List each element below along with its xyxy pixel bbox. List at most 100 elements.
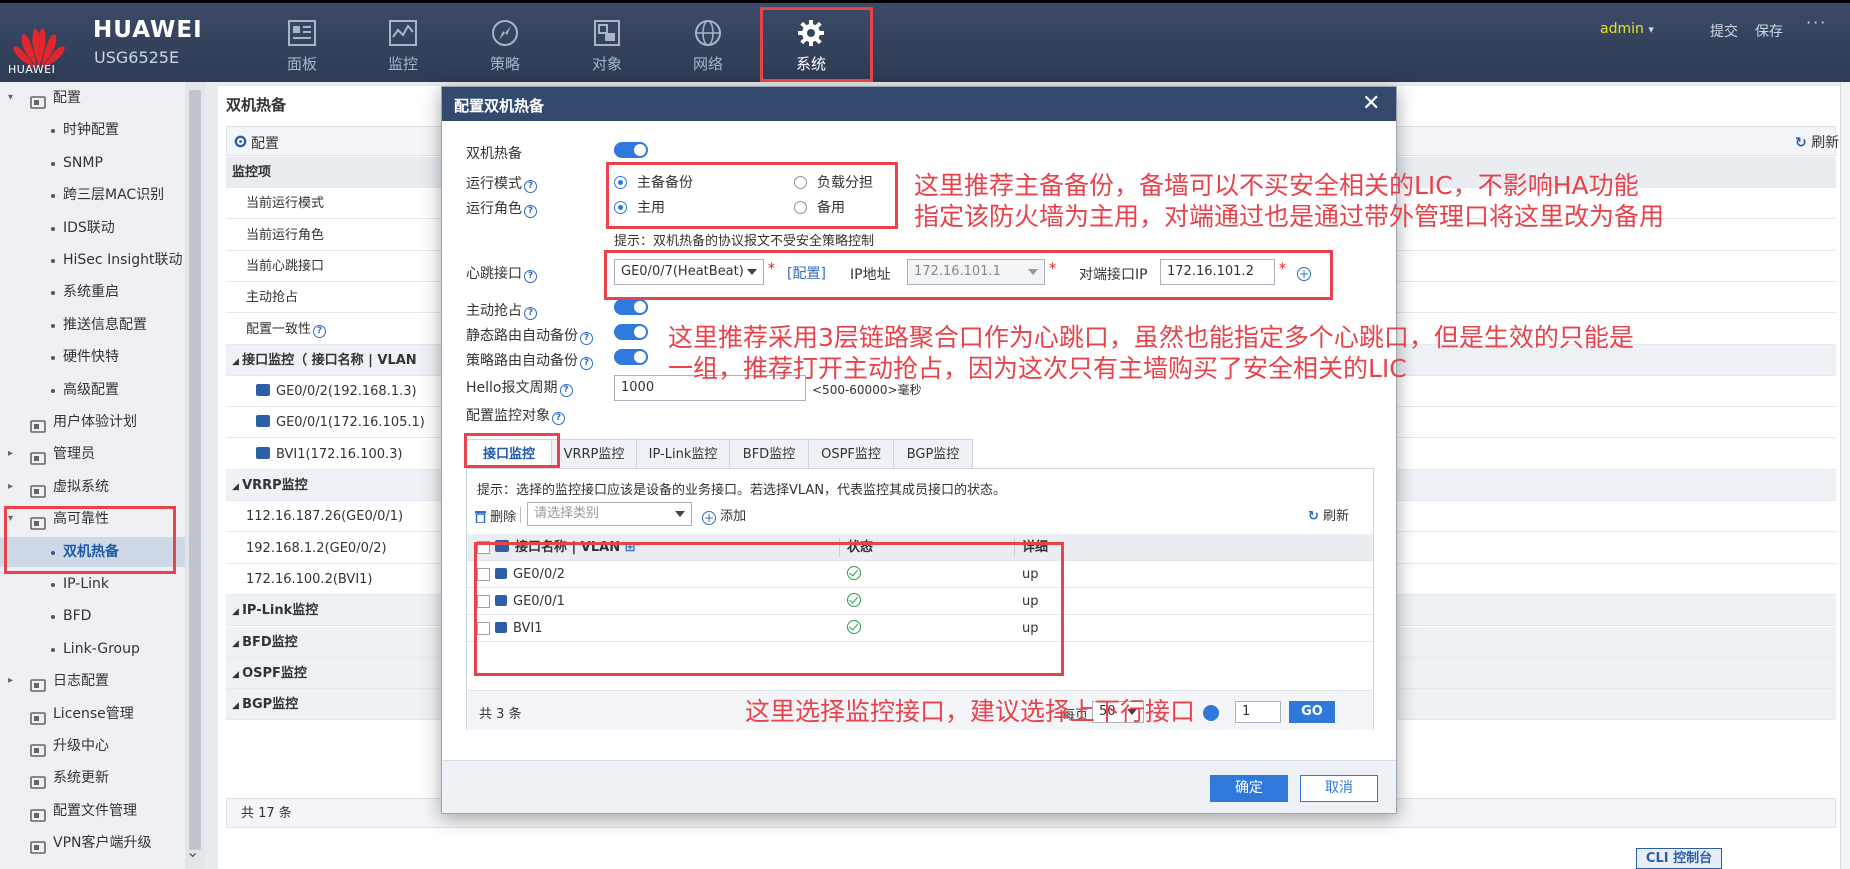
- sidebar-item[interactable]: IDS联动: [0, 213, 185, 243]
- scroll-thumb[interactable]: [189, 90, 201, 850]
- sidebar-item[interactable]: 系统重启: [0, 277, 185, 307]
- nav-network[interactable]: 网络: [663, 15, 753, 79]
- chevron-down-icon: ◢: [232, 701, 243, 712]
- sidebar-item[interactable]: 用户体验计划: [0, 407, 185, 437]
- ok-button[interactable]: 确定: [1210, 775, 1288, 802]
- chevron-down-icon[interactable]: ⌄: [186, 842, 199, 861]
- tab-bfd-monitor[interactable]: BFD监控: [729, 439, 809, 469]
- trash-icon: [475, 511, 486, 524]
- highlight-sidebar-ha: [4, 506, 176, 574]
- sidebar-item[interactable]: VPN客户端升级: [0, 828, 185, 858]
- help-icon[interactable]: ?: [580, 357, 593, 370]
- help-icon[interactable]: ?: [524, 307, 537, 320]
- chevron-right-icon[interactable]: ▸: [8, 472, 13, 502]
- user-menu[interactable]: admin ▾: [1600, 21, 1654, 37]
- bullet-icon: [51, 226, 55, 231]
- sidebar-item[interactable]: 跨三层MAC识别: [0, 180, 185, 210]
- sidebar-item[interactable]: 高级配置: [0, 375, 185, 405]
- refresh-icon: ↻: [1308, 509, 1319, 524]
- nav-label: 监控: [387, 55, 418, 73]
- sidebar-item[interactable]: BFD: [0, 601, 185, 631]
- refresh-button[interactable]: ↻ 刷新: [1795, 132, 1839, 152]
- sidebar-item[interactable]: ▸ 日志配置: [0, 666, 185, 696]
- help-icon[interactable]: ?: [552, 412, 565, 425]
- menu-icon: [30, 447, 46, 466]
- brand-name: HUAWEI: [93, 17, 203, 43]
- row-label: VRRP监控: [242, 478, 308, 493]
- refresh-button[interactable]: ↻ 刷新: [1308, 505, 1349, 524]
- sidebar-item-label: HiSec Insight联动: [63, 252, 183, 268]
- sidebar-item[interactable]: 系统更新: [0, 763, 185, 793]
- delete-button[interactable]: 删除: [475, 506, 516, 525]
- help-icon[interactable]: ?: [524, 205, 537, 218]
- interface-icon: [256, 384, 270, 397]
- sidebar-item[interactable]: 升级中心: [0, 731, 185, 761]
- sidebar-item[interactable]: 推送信息配置: [0, 310, 185, 340]
- more-icon[interactable]: ···: [1806, 13, 1827, 32]
- sidebar-item[interactable]: License管理: [0, 699, 185, 729]
- sidebar-item[interactable]: Link-Group: [0, 634, 185, 664]
- sidebar-item[interactable]: ▾ 配置: [0, 83, 185, 113]
- tab-vrrp-monitor[interactable]: VRRP监控: [551, 439, 637, 469]
- page-scrollbar[interactable]: [1840, 82, 1850, 869]
- page-number-input[interactable]: 1: [1235, 701, 1281, 723]
- policy-route-toggle[interactable]: [614, 349, 648, 365]
- preempt-toggle[interactable]: [614, 299, 648, 315]
- bullet-icon: [51, 161, 55, 166]
- nav-label: 面板: [286, 55, 317, 73]
- help-icon[interactable]: ?: [524, 180, 537, 193]
- add-button[interactable]: + 添加: [702, 505, 746, 525]
- sidebar-item[interactable]: SNMP: [0, 148, 185, 178]
- role-label-text: 运行角色: [466, 201, 522, 217]
- category-select[interactable]: 请选择类别: [527, 502, 692, 526]
- ha-toggle[interactable]: [614, 142, 648, 158]
- policy-route-label-text: 策略路由自动备份: [466, 353, 578, 369]
- sidebar-item[interactable]: ▸ 虚拟系统: [0, 472, 185, 502]
- sidebar-item-label: 系统重启: [63, 284, 119, 301]
- tab-bgp-monitor[interactable]: BGP监控: [893, 439, 973, 469]
- mode-label: 运行模式?: [466, 173, 537, 193]
- preempt-label-text: 主动抢占: [466, 303, 522, 319]
- help-icon[interactable]: ?: [559, 384, 573, 397]
- help-icon[interactable]: ?: [313, 324, 327, 338]
- bullet-icon: [51, 259, 55, 263]
- sidebar-item-label: 配置文件管理: [53, 802, 137, 819]
- nav-dashboard[interactable]: 面板: [257, 15, 347, 79]
- mode-label-text: 运行模式: [466, 176, 522, 192]
- select-placeholder: 请选择类别: [534, 506, 600, 521]
- sidebar-item-label: Link-Group: [63, 640, 140, 657]
- dialog-title: 配置双机热备: [454, 97, 545, 115]
- static-route-label: 静态路由自动备份?: [466, 325, 593, 345]
- user-name: admin: [1600, 21, 1644, 37]
- globe-icon: [695, 20, 721, 46]
- tab-iplink-monitor[interactable]: IP-Link监控: [636, 439, 730, 469]
- add-label: 添加: [720, 509, 747, 524]
- chevron-right-icon[interactable]: ▸: [8, 666, 13, 696]
- chevron-right-icon[interactable]: ▸: [8, 439, 13, 469]
- static-route-toggle[interactable]: [614, 324, 648, 340]
- go-button[interactable]: GO: [1289, 701, 1335, 723]
- cancel-button[interactable]: 取消: [1300, 775, 1378, 802]
- sidebar-item[interactable]: 时钟配置: [0, 115, 185, 145]
- nav-monitor[interactable]: 监控: [358, 15, 448, 79]
- sidebar-item[interactable]: 配置文件管理: [0, 796, 185, 826]
- sidebar-item[interactable]: ▸ 管理员: [0, 439, 185, 469]
- sidebar-item[interactable]: 硬件快特: [0, 342, 185, 372]
- chevron-down-icon[interactable]: ▾: [8, 83, 13, 113]
- nav-object[interactable]: 对象: [562, 15, 652, 79]
- sidebar-item-label: 日志配置: [53, 673, 109, 690]
- close-icon[interactable]: ✕: [1362, 91, 1380, 116]
- hello-label: Hello报文周期?: [466, 377, 573, 397]
- save-button[interactable]: 保存: [1755, 21, 1783, 41]
- sidebar-item[interactable]: HiSec Insight联动: [0, 245, 185, 275]
- row-label: 当前运行模式: [246, 196, 325, 212]
- submit-button[interactable]: 提交: [1710, 21, 1738, 41]
- dashboard-icon: [288, 20, 316, 46]
- sidebar-scrollbar[interactable]: [185, 82, 205, 869]
- help-icon[interactable]: ?: [580, 332, 593, 345]
- cli-console-button[interactable]: CLI 控制台: [1636, 848, 1722, 869]
- help-icon[interactable]: ?: [524, 270, 537, 283]
- sidebar-item-label: 配置: [53, 90, 81, 106]
- tab-ospf-monitor[interactable]: OSPF监控: [808, 439, 894, 469]
- nav-policy[interactable]: 策略: [460, 15, 550, 79]
